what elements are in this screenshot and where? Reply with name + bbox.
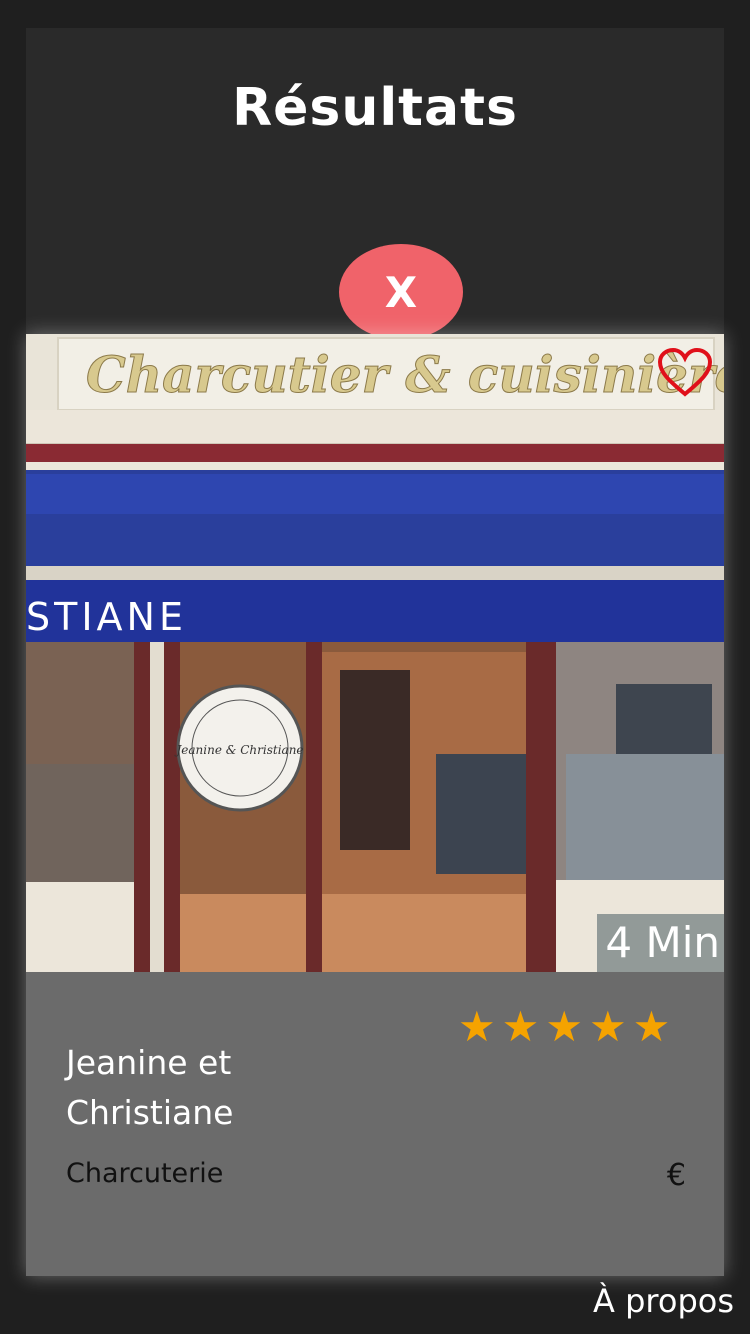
heart-icon[interactable]	[658, 348, 712, 398]
star-icon: ★	[588, 1002, 633, 1051]
awning-text: STIANE	[26, 595, 187, 639]
close-button[interactable]: X	[339, 244, 463, 340]
result-card[interactable]: Charcutier & cuisinière STIANE Jeanine &…	[26, 334, 724, 1276]
shop-category: Charcuterie	[66, 1158, 224, 1189]
star-icon: ★	[545, 1002, 589, 1051]
rating-stars: ★★★★★	[458, 1002, 676, 1051]
star-icon: ★	[458, 1002, 502, 1051]
about-link[interactable]: À propos	[593, 1282, 734, 1320]
shop-photo: Charcutier & cuisinière STIANE Jeanine &…	[26, 334, 724, 972]
door-logo-text: Jeanine & Christiane	[173, 743, 303, 757]
star-icon: ★	[501, 1002, 546, 1051]
shop-name: Jeanine et Christiane	[66, 1043, 234, 1132]
star-icon: ★	[632, 1002, 677, 1051]
price-level: €	[666, 1158, 686, 1193]
page-title: Résultats	[232, 78, 518, 138]
sign-text: Charcutier & cuisinière	[86, 345, 724, 404]
travel-time-badge: 4 Min	[597, 914, 724, 972]
card-info: ★★★★★ Jeanine et Christiane Charcuterie …	[26, 972, 724, 1276]
